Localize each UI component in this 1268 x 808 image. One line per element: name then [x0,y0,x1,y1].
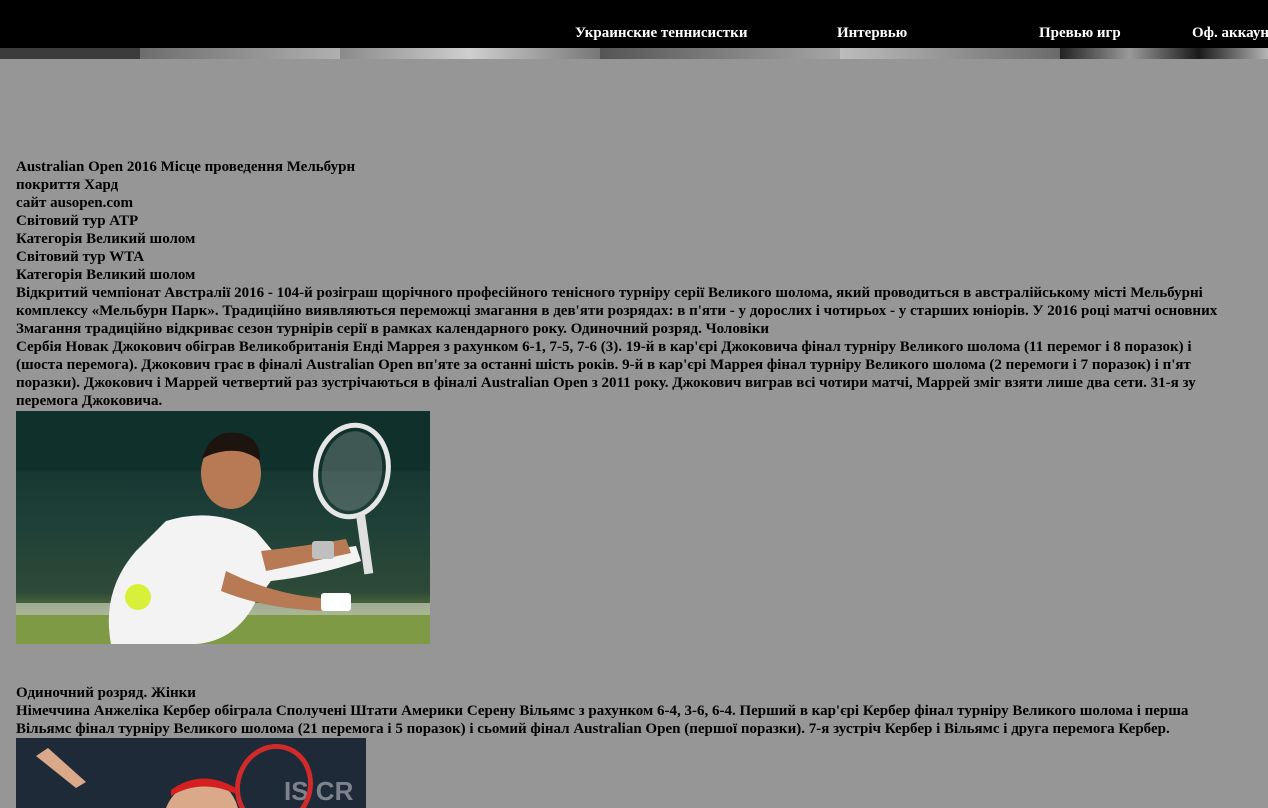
nav-link-official-accounts[interactable]: Оф. аккаунты [1192,25,1268,42]
women-singles-line: Вільямс фінал турніру Великого шолома (2… [16,721,1170,737]
men-singles-line: перемога Джоковича. [16,393,163,409]
info-line-wta-tour: Світовий тур WTA [16,249,145,265]
nav-link-game-previews[interactable]: Превью игр [1039,25,1121,42]
info-line-tournament: Australian Open 2016 Місце проведення Ме… [16,159,356,175]
women-singles-heading: Одиночний розряд. Жінки [16,685,196,701]
nav-link-ukrainian-players[interactable]: Украинские теннисистки [575,25,747,42]
men-singles-line: Сербія Новак Джокович обіграв Великобрит… [16,339,1192,355]
top-navigation-bar: Украинские теннисистки Интервью Превью и… [0,0,1268,48]
kerber-photo: IS CR [16,738,366,808]
women-singles-line: Німеччина Анжеліка Кербер обіграла Сполу… [16,703,1189,719]
info-line-wta-category: Категорія Великий шолом [16,267,196,283]
header-banner-image [0,48,1268,59]
banner-text: IS CR [284,776,354,806]
info-line-atp-tour: Світовий тур ATP [16,213,139,229]
info-line-atp-category: Категорія Великий шолом [16,231,196,247]
tennis-player-illustration [16,411,430,644]
tennis-player-illustration: IS CR [16,738,366,808]
intro-paragraph-line: комплексу «Мельбурн Парк». Традиційно ви… [16,303,1218,319]
intro-paragraph-line: Відкритий чемпіонат Австралії 2016 - 104… [16,285,1203,301]
article-text-top: Australian Open 2016 Місце проведення Ме… [16,158,1268,410]
info-line-site: сайт ausopen.com [16,195,134,211]
men-singles-line: поразки). Джокович і Маррей четвертий ра… [16,375,1196,391]
men-singles-line: (шоста перемога). Джокович грає в фіналі… [16,357,1191,373]
djokovic-photo [16,411,430,644]
nav-link-interviews[interactable]: Интервью [837,25,907,42]
intro-paragraph-line: Змагання традиційно відкриває сезон турн… [16,321,770,337]
info-line-surface: покриття Хард [16,177,119,193]
